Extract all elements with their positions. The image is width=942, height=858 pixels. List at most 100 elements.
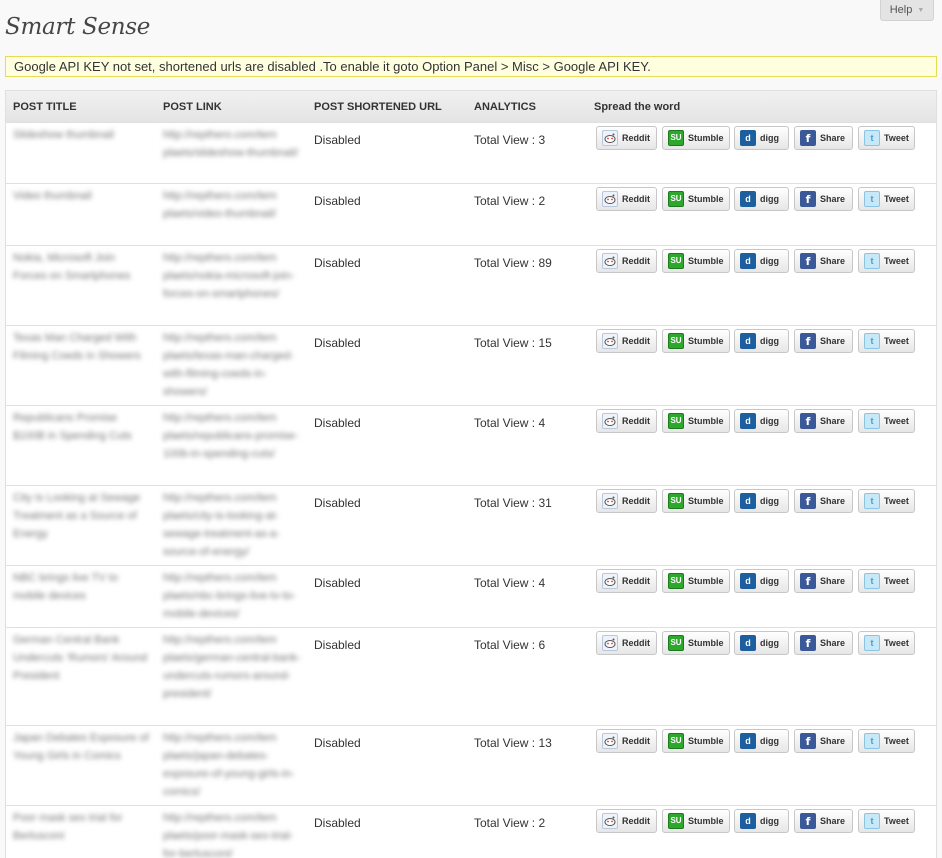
stumble-button[interactable]: SU Stumble [662,809,730,833]
digg-button[interactable]: d digg [734,729,789,753]
digg-button[interactable]: d digg [734,249,789,273]
digg-button[interactable]: d digg [734,126,789,150]
post-link[interactable]: http://repthero.com/tem plaets/texas-man… [163,329,301,401]
share-button[interactable]: f Share [794,631,853,655]
post-link[interactable]: http://repthero.com/tem plaets/slideshow… [163,126,301,162]
share-button[interactable]: f Share [794,126,853,150]
tweet-label: Tweet [884,576,909,586]
post-link[interactable]: http://repthero.com/tem plaets/nokia-mic… [163,249,301,303]
digg-label: digg [760,638,779,648]
tweet-button[interactable]: t Tweet [858,329,915,353]
stumbleupon-icon: SU [668,733,684,749]
header-spread-word: Spread the word [594,101,681,113]
stumble-button[interactable]: SU Stumble [662,631,730,655]
post-title[interactable]: Video thumbnail [13,187,151,205]
stumble-button[interactable]: SU Stumble [662,126,730,150]
post-title[interactable]: Republicans Promise $100B in Spending Cu… [13,409,151,445]
digg-button[interactable]: d digg [734,187,789,211]
digg-button[interactable]: d digg [734,329,789,353]
header-post-link: POST LINK [163,101,222,113]
tweet-label: Tweet [884,816,909,826]
tweet-button[interactable]: t Tweet [858,729,915,753]
digg-icon: d [740,413,756,429]
reddit-button[interactable]: Reddit [596,187,657,211]
header-post-title: POST TITLE [13,101,77,113]
stumble-button[interactable]: SU Stumble [662,187,730,211]
digg-button[interactable]: d digg [734,409,789,433]
post-shortened-url: Disabled [314,816,361,830]
reddit-button[interactable]: Reddit [596,631,657,655]
reddit-button[interactable]: Reddit [596,569,657,593]
digg-label: digg [760,416,779,426]
post-shortened-url: Disabled [314,416,361,430]
table-row: Japan Debates Exposure of Young Girls in… [6,726,936,806]
post-title[interactable]: German Central Bank Undercuts ‘Rumors’ A… [13,631,151,685]
reddit-button[interactable]: Reddit [596,729,657,753]
tweet-button[interactable]: t Tweet [858,809,915,833]
table-row: German Central Bank Undercuts ‘Rumors’ A… [6,628,936,726]
post-link[interactable]: http://repthero.com/tem plaets/german-ce… [163,631,301,703]
post-link[interactable]: http://repthero.com/tem plaets/poor-mask… [163,809,301,858]
tweet-button[interactable]: t Tweet [858,187,915,211]
twitter-icon: t [864,333,880,349]
chevron-down-icon: ▼ [917,6,925,14]
table-row: Republicans Promise $100B in Spending Cu… [6,406,936,486]
post-shortened-url: Disabled [314,336,361,350]
facebook-icon: f [800,333,816,349]
stumble-button[interactable]: SU Stumble [662,329,730,353]
tweet-button[interactable]: t Tweet [858,409,915,433]
tweet-button[interactable]: t Tweet [858,489,915,513]
post-title[interactable]: Slideshow thumbnail [13,126,151,144]
stumble-button[interactable]: SU Stumble [662,729,730,753]
post-title[interactable]: NBC brings live TV to mobile devices [13,569,151,605]
digg-button[interactable]: d digg [734,809,789,833]
post-link[interactable]: http://repthero.com/tem plaets/japan-deb… [163,729,301,801]
post-link[interactable]: http://repthero.com/tem plaets/republica… [163,409,301,463]
stumble-label: Stumble [688,194,724,204]
stumble-button[interactable]: SU Stumble [662,489,730,513]
digg-button[interactable]: d digg [734,569,789,593]
digg-button[interactable]: d digg [734,631,789,655]
reddit-button[interactable]: Reddit [596,329,657,353]
post-title[interactable]: Texas Man Charged With Filming Coeds in … [13,329,151,365]
stumble-label: Stumble [688,816,724,826]
reddit-button[interactable]: Reddit [596,126,657,150]
tweet-button[interactable]: t Tweet [858,126,915,150]
help-tab[interactable]: Help ▼ [880,0,934,21]
share-button[interactable]: f Share [794,489,853,513]
reddit-label: Reddit [622,194,650,204]
share-button[interactable]: f Share [794,187,853,211]
share-button[interactable]: f Share [794,409,853,433]
tweet-button[interactable]: t Tweet [858,249,915,273]
share-button[interactable]: f Share [794,569,853,593]
post-link[interactable]: http://repthero.com/tem plaets/video-thu… [163,187,301,223]
post-link[interactable]: http://repthero.com/tem plaets/city-is-l… [163,489,301,561]
reddit-button[interactable]: Reddit [596,489,657,513]
tweet-button[interactable]: t Tweet [858,631,915,655]
digg-icon: d [740,573,756,589]
share-label: Share [820,576,846,586]
post-link[interactable]: http://repthero.com/tem plaets/nbc-bring… [163,569,301,623]
post-title[interactable]: Nokia, Microsoft Join Forces on Smartpho… [13,249,151,285]
stumble-button[interactable]: SU Stumble [662,569,730,593]
tweet-label: Tweet [884,736,909,746]
stumble-button[interactable]: SU Stumble [662,409,730,433]
reddit-icon [602,493,618,509]
stumbleupon-icon: SU [668,573,684,589]
post-analytics: Total View : 13 [474,736,552,750]
share-button[interactable]: f Share [794,809,853,833]
reddit-button[interactable]: Reddit [596,249,657,273]
digg-button[interactable]: d digg [734,489,789,513]
stumble-button[interactable]: SU Stumble [662,249,730,273]
share-label: Share [820,416,846,426]
post-title[interactable]: Poor mask sex trial for Berlusconi [13,809,151,845]
post-title[interactable]: City Is Looking at Sewage Treatment as a… [13,489,151,543]
stumble-label: Stumble [688,336,724,346]
share-button[interactable]: f Share [794,729,853,753]
reddit-button[interactable]: Reddit [596,809,657,833]
share-button[interactable]: f Share [794,249,853,273]
tweet-button[interactable]: t Tweet [858,569,915,593]
share-button[interactable]: f Share [794,329,853,353]
reddit-button[interactable]: Reddit [596,409,657,433]
post-title[interactable]: Japan Debates Exposure of Young Girls in… [13,729,151,765]
